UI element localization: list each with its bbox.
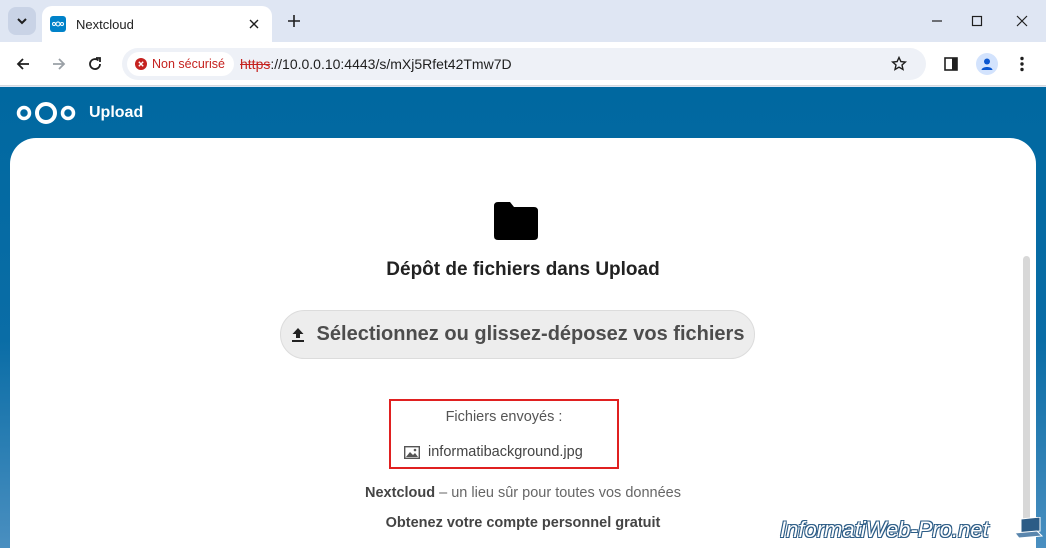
header-title: Upload (89, 104, 144, 121)
uploaded-file-name: informatibackground.jpg (428, 444, 583, 460)
more-vertical-icon (1020, 56, 1024, 72)
arrow-right-icon (53, 58, 66, 70)
nextcloud-header: Upload (0, 87, 1046, 139)
security-indicator[interactable]: Non sécurisé (127, 52, 234, 76)
browser-toolbar: Non sécurisé https://10.0.0.10:4443/s/mX… (0, 42, 1046, 86)
side-panel-icon (944, 57, 958, 71)
arrow-left-icon (16, 58, 29, 70)
back-button[interactable] (9, 50, 37, 78)
nextcloud-page: Upload Dépôt de fichiers dans Upload Sél… (0, 87, 1046, 548)
forward-button[interactable] (45, 50, 73, 78)
tab-title: Nextcloud (76, 16, 134, 32)
reload-icon (89, 57, 101, 70)
image-file-icon (404, 445, 420, 459)
plus-icon (288, 15, 300, 27)
profile-button[interactable] (973, 50, 1001, 78)
url-scheme: https (240, 56, 271, 72)
avatar (976, 53, 998, 75)
uploaded-files-box: Fichiers envoyés : informatibackground.j… (389, 399, 619, 469)
scrollbar[interactable] (1023, 256, 1030, 528)
browser-tab-strip: Nextcloud (0, 0, 1046, 42)
folder-icon (494, 202, 538, 245)
footer-brand-link[interactable]: Nextcloud (365, 485, 435, 501)
close-window-button[interactable] (1009, 8, 1035, 34)
side-panel-button[interactable] (937, 50, 965, 78)
bookmark-star-icon[interactable] (888, 53, 910, 75)
upload-icon (291, 327, 304, 342)
new-tab-button[interactable] (283, 10, 305, 32)
uploaded-files-title: Fichiers envoyés : (445, 409, 563, 425)
reload-button[interactable] (81, 50, 109, 78)
laptop-icon (1013, 516, 1044, 544)
nextcloud-logo-icon[interactable] (15, 100, 77, 131)
chevron-down-icon (17, 18, 27, 25)
close-icon (1016, 15, 1028, 27)
list-item: informatibackground.jpg (404, 444, 583, 460)
tab-close-icon[interactable] (244, 14, 264, 34)
url-text[interactable]: https://10.0.0.10:4443/s/mXj5Rfet42Tmw7D (240, 56, 512, 72)
security-label: Non sécurisé (152, 57, 225, 71)
nextcloud-favicon-icon (50, 16, 66, 32)
upload-card: Dépôt de fichiers dans Upload Sélectionn… (10, 138, 1036, 548)
menu-button[interactable] (1008, 50, 1036, 78)
select-files-button[interactable]: Sélectionnez ou glissez-déposez vos fich… (280, 310, 755, 359)
warning-icon (135, 58, 147, 70)
minimize-icon (932, 20, 942, 22)
watermark-text: InformatiWeb-Pro.net (780, 517, 989, 542)
maximize-icon (971, 15, 983, 27)
tab-search-button[interactable] (8, 7, 36, 35)
select-files-label: Sélectionnez ou glissez-déposez vos fich… (316, 323, 745, 345)
browser-tab[interactable]: Nextcloud (42, 6, 272, 42)
minimize-button[interactable] (924, 8, 950, 34)
footer-tagline: Nextcloud – un lieu sûr pour toutes vos … (10, 485, 1036, 501)
footer-tagline-text: – un lieu sûr pour toutes vos données (435, 485, 681, 501)
user-icon (981, 58, 993, 70)
drop-title: Dépôt de fichiers dans Upload (386, 259, 660, 280)
url-rest: ://10.0.0.10:4443/s/mXj5Rfet42Tmw7D (270, 56, 512, 72)
maximize-button[interactable] (964, 8, 990, 34)
address-bar[interactable]: Non sécurisé https://10.0.0.10:4443/s/mX… (122, 48, 926, 80)
